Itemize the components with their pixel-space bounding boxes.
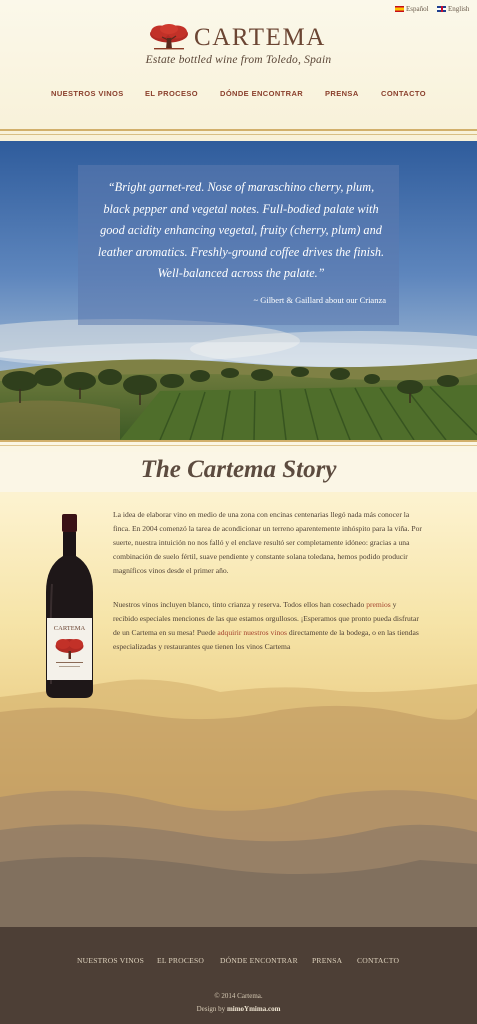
site-footer: NUESTROS VINOS EL PROCESO DÓNDE ENCONTRA…: [0, 927, 477, 1024]
uk-flag-icon: [437, 6, 446, 12]
site-header: Español English CARTEMA Estate bottled w…: [0, 0, 477, 141]
hero-divider: [0, 440, 477, 442]
language-english-link[interactable]: English: [437, 5, 469, 13]
designer-link[interactable]: mimoYmima.com: [227, 1005, 280, 1013]
design-credit-prefix: Design by: [196, 1005, 227, 1013]
buy-wines-link[interactable]: adquirir nuestros vinos: [217, 628, 287, 637]
header-divider-thin: [0, 134, 477, 135]
copyright: © 2014 Cartema.: [214, 992, 263, 1000]
language-spanish-link[interactable]: Español: [395, 5, 429, 13]
tagline: Estate bottled wine from Toledo, Spain: [145, 54, 332, 66]
footer-nav-el-proceso[interactable]: EL PROCESO: [157, 956, 204, 965]
story-paragraph-1: La idea de elaborar vino en medio de una…: [113, 510, 422, 575]
spain-flag-icon: [395, 6, 404, 12]
design-credit: Design by mimoYmima.com: [0, 1005, 477, 1013]
language-spanish-label: Español: [406, 5, 429, 13]
nav-prensa[interactable]: PRENSA: [325, 89, 359, 98]
header-divider: [0, 129, 477, 131]
story-section: The Cartema Story CARTEMA La idea de ela…: [0, 452, 477, 927]
footer-nav-donde-encontrar[interactable]: DÓNDE ENCONTRAR: [220, 956, 298, 965]
premios-link[interactable]: premios: [366, 600, 390, 609]
testimonial-quote: “Bright garnet-red. Nose of maraschino c…: [97, 180, 385, 280]
testimonial-source: ~ Gilbert & Gaillard about our Crianza: [253, 295, 386, 305]
footer-nav-prensa[interactable]: PRENSA: [312, 956, 342, 965]
brand-name: CARTEMA: [194, 23, 326, 51]
nav-donde-encontrar[interactable]: DÓNDE ENCONTRAR: [220, 89, 303, 98]
hero-divider-thin: [0, 445, 477, 446]
hero-banner: “Bright garnet-red. Nose of maraschino c…: [0, 141, 477, 440]
nav-el-proceso[interactable]: EL PROCESO: [145, 89, 198, 98]
story-paragraph-2: Nuestros vinos incluyen blanco, tinto cr…: [113, 598, 423, 654]
footer-nav-contacto[interactable]: CONTACTO: [357, 956, 399, 965]
footer-nav-nuestros-vinos[interactable]: NUESTROS VINOS: [77, 956, 144, 965]
language-english-label: English: [448, 5, 470, 13]
nav-nuestros-vinos[interactable]: NUESTROS VINOS: [51, 89, 124, 98]
nav-contacto[interactable]: CONTACTO: [381, 89, 426, 98]
story-paragraph-2-part-a: Nuestros vinos incluyen blanco, tinto cr…: [113, 600, 367, 609]
wine-bottle-image: CARTEMA: [46, 514, 93, 698]
site-logo[interactable]: CARTEMA: [148, 24, 326, 50]
bottle-label-text: CARTEMA: [54, 625, 86, 632]
oak-tree-logo-icon: [150, 24, 188, 50]
